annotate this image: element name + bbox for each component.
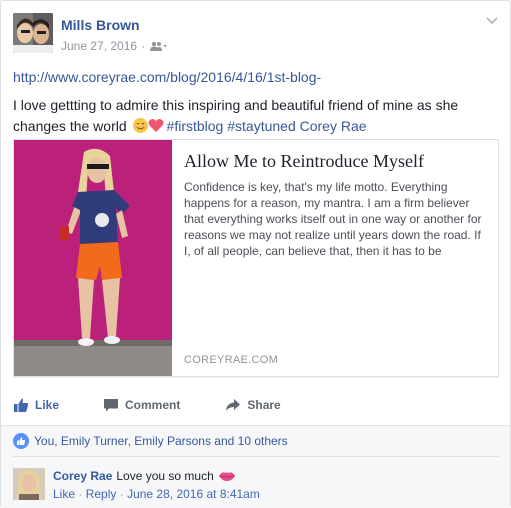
reaction-names[interactable]: You, Emily Turner, Emily Parsons and 10 …	[34, 434, 288, 448]
comment-reply-link[interactable]: Reply	[86, 487, 117, 501]
post-link[interactable]: http://www.coreyrae.com/blog/2016/4/16/1…	[13, 69, 321, 85]
author-avatar[interactable]	[13, 13, 53, 53]
heart-emoji-icon	[148, 118, 164, 132]
kiss-lips-emoji-icon	[218, 472, 235, 481]
post-card: Mills Brown June 27, 2016 · http://www.c…	[0, 0, 511, 508]
comment-body: Corey Rae Love you so much	[53, 469, 236, 483]
post-actions-bar: Like Comment Share	[13, 393, 499, 417]
like-label: Like	[35, 398, 60, 412]
like-button[interactable]: Like	[13, 393, 59, 417]
meta-separator: ·	[141, 39, 146, 53]
shared-link-image[interactable]	[14, 140, 172, 376]
post-hashtags[interactable]: #firstblog #staytuned	[167, 118, 296, 134]
like-reaction-icon	[13, 433, 29, 449]
thumbs-up-icon	[14, 398, 29, 412]
comment-meta-separator-1: ·	[78, 487, 83, 501]
author-name[interactable]: Mills Brown	[61, 17, 140, 33]
comment-label: Comment	[125, 398, 181, 412]
post-text: I love gettting to admire this inspiring…	[13, 95, 493, 137]
tagged-person-link[interactable]: Corey Rae	[300, 118, 367, 134]
shared-link-preview[interactable]: Allow Me to Reintroduce Myself Confidenc…	[13, 139, 499, 377]
comment-bubble-icon	[104, 399, 119, 412]
feedback-section: You, Emily Turner, Emily Parsons and 10 …	[1, 425, 510, 508]
share-arrow-icon	[226, 399, 241, 411]
comment-author[interactable]: Corey Rae	[53, 469, 112, 483]
shared-link-domain: COREYRAE.COM	[184, 354, 279, 366]
shared-link-text: Allow Me to Reintroduce Myself Confidenc…	[184, 150, 490, 259]
comment-button[interactable]: Comment	[103, 393, 180, 417]
comment-meta-separator-2: ·	[119, 487, 124, 501]
feedback-divider	[13, 456, 499, 457]
smiling-face-emoji-icon	[132, 118, 148, 133]
reaction-summary[interactable]: You, Emily Turner, Emily Parsons and 10 …	[13, 433, 288, 449]
shared-link-title[interactable]: Allow Me to Reintroduce Myself	[184, 150, 490, 172]
share-label: Share	[247, 398, 281, 412]
friends-icon[interactable]	[149, 41, 168, 51]
comment-timestamp[interactable]: June 28, 2016 at 8:41am	[127, 487, 260, 501]
comment-meta: Like · Reply · June 28, 2016 at 8:41am	[53, 487, 260, 501]
post-date[interactable]: June 27, 2016	[61, 39, 137, 53]
comment-like-link[interactable]: Like	[53, 487, 75, 501]
chevron-down-icon[interactable]	[486, 17, 498, 25]
shared-link-description: Confidence is key, that's my life motto.…	[184, 180, 482, 258]
commenter-avatar[interactable]	[13, 468, 45, 500]
share-button[interactable]: Share	[225, 393, 281, 417]
comment-text: Love you so much	[116, 469, 214, 483]
post-meta: June 27, 2016 ·	[61, 39, 168, 53]
